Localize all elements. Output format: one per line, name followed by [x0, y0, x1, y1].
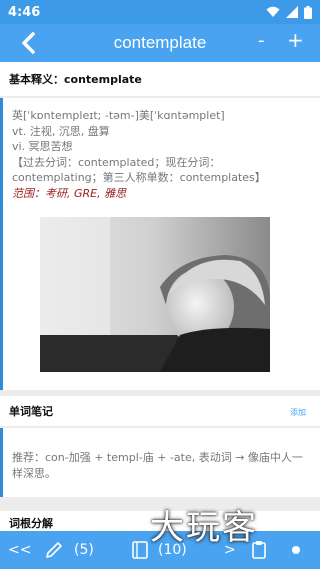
notes-title: 单词笔记 — [9, 405, 53, 418]
notes-card: 推荐：con-加强 + templ-庙 + -ate, 表动词 → 像庙中人一样… — [0, 428, 320, 497]
previous-word-button[interactable]: << — [8, 531, 31, 569]
status-bar: 4:46 — [0, 0, 320, 24]
signal-icon — [286, 6, 298, 18]
battery-icon — [304, 5, 312, 19]
wordbook-button[interactable] — [131, 531, 149, 569]
note-count: (5) — [74, 542, 94, 558]
app-bar: contemplate - + — [0, 24, 320, 62]
note-text: 推荐：con-加强 + templ-庙 + -ate, 表动词 → 像庙中人一样… — [12, 451, 303, 480]
word-forms: 【过去分词：contemplated；现在分词：contemplating；第三… — [12, 155, 266, 185]
add-note-link[interactable]: 添加 — [290, 407, 306, 418]
page-title: contemplate — [113, 33, 207, 52]
more-button[interactable] — [288, 531, 304, 569]
book-icon — [132, 541, 148, 559]
back-button[interactable] — [14, 29, 42, 57]
status-time: 4:46 — [8, 4, 41, 20]
definition-vi: vi. 冥思苦想 — [12, 140, 73, 153]
status-icons — [266, 5, 312, 19]
font-decrease-button[interactable]: - — [258, 30, 265, 51]
exam-scope: 范围：考研, GRE, 雅思 — [12, 186, 127, 200]
pencil-icon — [46, 542, 62, 558]
word-illustration-image — [40, 217, 270, 372]
word-roots-title: 词根分解 — [9, 517, 53, 530]
notes-header: 单词笔记 — [0, 396, 320, 426]
definition-vt: vt. 注视, 沉思, 盘算 — [12, 124, 110, 138]
basic-definition-title: 基本释义：contemplate — [9, 73, 142, 86]
chevron-left-icon — [22, 32, 35, 54]
edit-note-button[interactable] — [44, 531, 64, 569]
phonetic-text: 英[ˈkɒntempleɪt; -təm-]美[ˈkɑntəmplet] — [12, 109, 225, 122]
watermark-logo: 大玩客 — [150, 508, 258, 548]
more-icon — [292, 546, 300, 554]
basic-definition-header: 基本释义：contemplate — [0, 62, 320, 96]
previous-label: << — [8, 542, 32, 558]
wifi-icon — [266, 6, 280, 17]
font-increase-button[interactable]: + — [287, 28, 304, 52]
